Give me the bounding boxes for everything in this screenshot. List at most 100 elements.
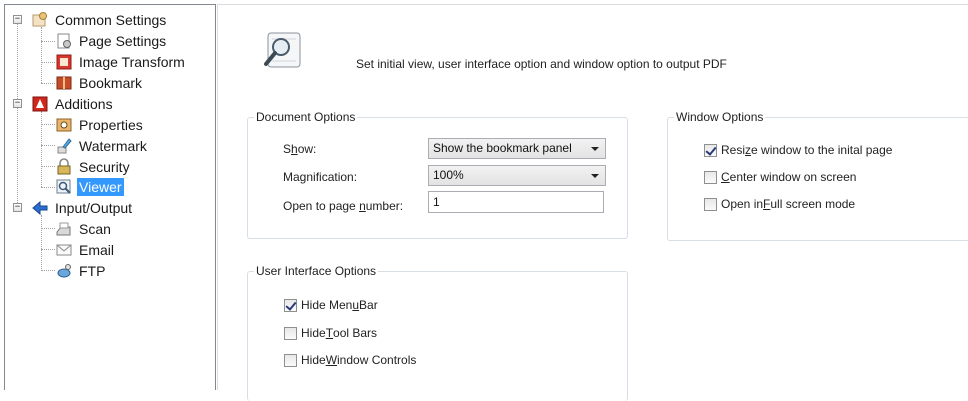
chevron-down-icon	[591, 147, 599, 151]
ui-options-group: User Interface Options Hide Men u Bar Hid…	[247, 264, 628, 401]
label-text: umber:	[365, 199, 404, 213]
tree-item-label: FTP	[79, 263, 106, 279]
tree-connector	[41, 270, 55, 271]
window-options-group: Window Options Resi z e window to the init…	[667, 110, 968, 241]
option-text: e window to the inital page	[751, 143, 893, 157]
checkbox-unchecked[interactable]	[284, 326, 297, 340]
magnification-dropdown[interactable]: 100%	[428, 165, 606, 186]
magnification-dropdown-value: 100%	[433, 168, 464, 182]
envelope-icon	[55, 241, 73, 259]
tree-item-label: Common Settings	[55, 12, 167, 28]
checkbox-unchecked[interactable]	[704, 170, 717, 184]
bookmark-icon	[55, 74, 73, 92]
tree-item-label: Input/Output	[55, 200, 133, 216]
open-page-label: Open to page number:	[283, 199, 403, 213]
option-accelerator: C	[721, 170, 730, 184]
tree-connector	[41, 145, 55, 146]
tree-item-additions[interactable]: Additions	[31, 94, 115, 114]
image-transform-icon	[55, 53, 73, 71]
globe-icon	[55, 262, 73, 280]
pdf-icon	[31, 95, 49, 113]
hide-menu-bar-checkbox[interactable]: Hide Men u Bar	[284, 297, 378, 313]
label-accelerator: h	[291, 142, 298, 156]
tree-item-security[interactable]: Security	[55, 157, 132, 177]
hide-tool-bars-checkbox[interactable]: Hide Tool Bars	[284, 325, 377, 341]
tree-item-common-settings[interactable]: Common Settings	[31, 10, 168, 30]
label-accelerator: n	[359, 199, 366, 213]
tree-connector	[41, 124, 55, 125]
option-text: Bar	[359, 298, 378, 312]
tree-connector	[41, 83, 55, 84]
checkbox-checked[interactable]	[704, 143, 717, 157]
tree-item-page-settings[interactable]: Page Settings	[55, 31, 168, 51]
group-title: Document Options	[254, 110, 358, 124]
group-title: Window Options	[674, 110, 766, 124]
hide-window-controls-checkbox[interactable]: Hide Window Controls	[284, 352, 416, 368]
magnification-label: Magnification:	[283, 170, 357, 184]
tree-item-label: Email	[79, 242, 115, 258]
checkbox-unchecked[interactable]	[704, 197, 717, 211]
settings-tree[interactable]: − − − Common Settings Page Settings Imag…	[4, 4, 216, 390]
option-accelerator: F	[763, 197, 771, 211]
option-text: Hide	[301, 353, 326, 367]
option-text: Resi	[721, 143, 746, 157]
magnifier-icon	[262, 31, 304, 71]
tree-item-watermark[interactable]: Watermark	[55, 136, 149, 156]
tree-connector	[41, 228, 55, 229]
tree-item-input-output[interactable]: Input/Output	[31, 198, 134, 218]
tree-item-viewer[interactable]: Viewer	[55, 177, 124, 197]
label-text: Ma	[283, 170, 300, 184]
tree-item-label: Properties	[79, 117, 143, 133]
option-text: ool Bars	[333, 326, 378, 340]
header-description: Set initial view, user interface option …	[356, 57, 727, 71]
resize-window-checkbox[interactable]: Resi z e window to the inital page	[704, 142, 892, 158]
full-screen-checkbox[interactable]: Open in Full screen mode	[704, 196, 855, 212]
tree-item-bookmark[interactable]: Bookmark	[55, 73, 144, 93]
tree-connector	[41, 187, 55, 188]
viewer-settings-panel: Set initial view, user interface option …	[218, 4, 968, 401]
tree-item-ftp[interactable]: FTP	[55, 261, 107, 281]
option-text: Hide Men	[301, 298, 353, 312]
tree-connector	[41, 249, 55, 250]
tree-item-label: Page Settings	[79, 33, 167, 49]
arrow-icon	[31, 199, 49, 217]
tree-item-label: Watermark	[79, 138, 147, 154]
checkbox-checked[interactable]	[284, 298, 297, 312]
properties-icon	[55, 116, 73, 134]
tree-item-label: Image Transform	[79, 54, 185, 70]
option-accelerator: W	[325, 353, 338, 367]
tree-item-label-selected: Viewer	[77, 178, 124, 196]
group-title: User Interface Options	[254, 264, 379, 278]
option-accelerator: T	[325, 326, 334, 340]
tree-item-properties[interactable]: Properties	[55, 115, 145, 135]
tree-connector	[41, 62, 55, 63]
tree-item-label: Scan	[79, 221, 111, 237]
page-settings-icon	[55, 32, 73, 50]
tree-item-email[interactable]: Email	[55, 240, 116, 260]
option-text: Open in	[721, 197, 764, 211]
collapse-input-output-button[interactable]: −	[13, 203, 22, 212]
viewer-icon	[55, 178, 73, 196]
label-text: Open to page	[283, 199, 360, 213]
label-text: ow:	[297, 142, 317, 156]
tree-connector	[41, 41, 55, 42]
tree-item-image-transform[interactable]: Image Transform	[55, 52, 187, 72]
chevron-down-icon	[591, 174, 599, 178]
option-accelerator: u	[352, 298, 360, 312]
tree-connector	[41, 166, 55, 167]
collapse-additions-button[interactable]: −	[13, 99, 22, 108]
collapse-common-settings-button[interactable]: −	[13, 15, 22, 24]
tree-item-label: Bookmark	[79, 75, 143, 91]
option-text: Hide	[301, 326, 326, 340]
tree-connector	[41, 111, 42, 187]
document-options-group: Document Options Show: Show the bookmark…	[247, 110, 628, 239]
show-dropdown[interactable]: Show the bookmark panel	[428, 138, 606, 159]
lock-icon	[55, 158, 73, 176]
option-text: indow Controls	[337, 353, 417, 367]
show-dropdown-value: Show the bookmark panel	[433, 141, 572, 155]
show-label: Show:	[283, 142, 316, 156]
center-window-checkbox[interactable]: Center window on screen	[704, 169, 856, 185]
tree-item-scan[interactable]: Scan	[55, 219, 113, 239]
checkbox-unchecked[interactable]	[284, 353, 297, 367]
open-page-number-input[interactable]: 1	[428, 191, 604, 213]
